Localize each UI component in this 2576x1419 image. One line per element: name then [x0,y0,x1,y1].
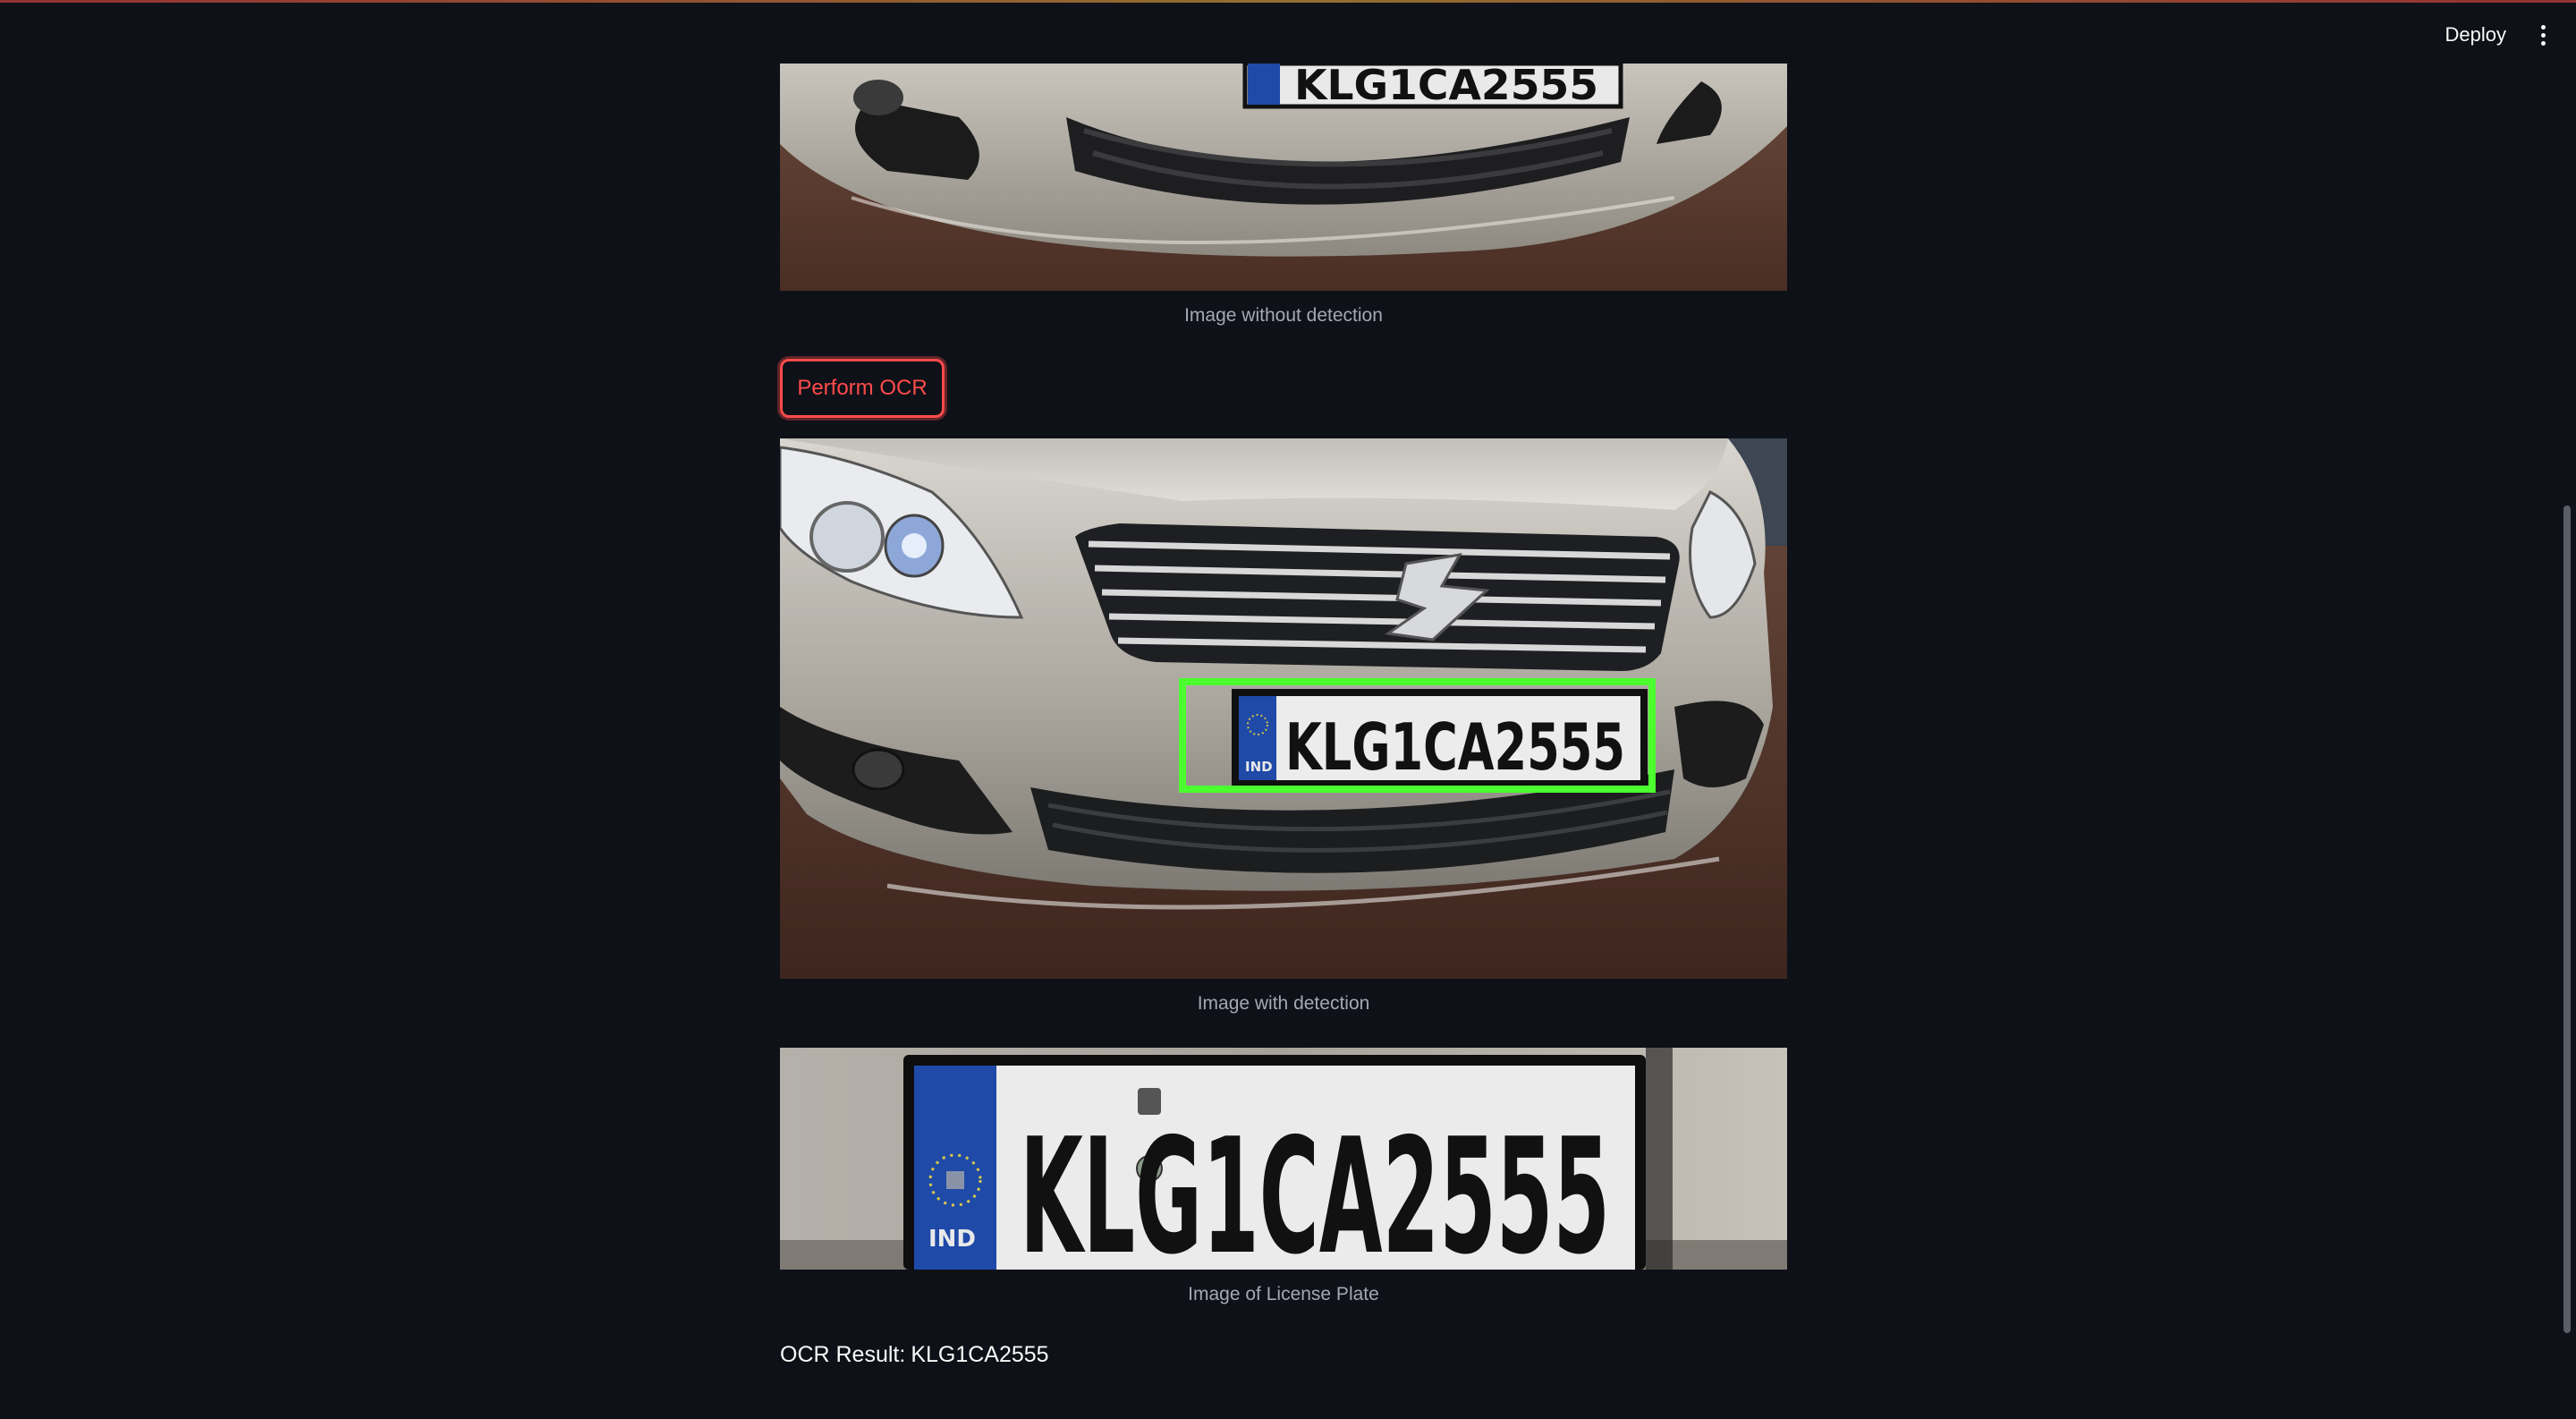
app-header: Deploy [0,3,2576,64]
svg-text:KLG1CA2555: KLG1CA2555 [1020,1104,1610,1270]
ocr-result-label: OCR Result: [780,1342,906,1367]
caption-with-detection: Image with detection [1197,993,1370,1014]
plate-text: KLG1CA2555 [1285,710,1625,785]
ocr-result-text: OCR Result: KLG1CA2555 [780,1342,1049,1368]
caption-without-detection: Image without detection [1184,305,1383,326]
streamlit-app: Deploy KLG1CA2555 Image without detectio… [0,0,2576,1419]
svg-text:KLG1CA2555: KLG1CA2555 [1294,64,1598,109]
car-image-with-detection: IND KLG1CA2555 [780,438,1787,979]
svg-text:IND: IND [928,1226,976,1253]
main-content: KLG1CA2555 Image without detection [780,64,1787,327]
plate-country-code: IND [1245,759,1273,775]
plate-section: IND KLG1CA2555 Image of License Plate [780,1048,1787,1305]
ocr-result-value: KLG1CA2555 [911,1342,1049,1367]
license-plate-image: IND KLG1CA2555 [780,1048,1787,1270]
car-image-without-detection: KLG1CA2555 [780,64,1787,291]
detection-section: IND KLG1CA2555 Image with detection [780,438,1787,1015]
deploy-button[interactable]: Deploy [2445,19,2506,51]
perform-ocr-button[interactable]: Perform OCR [780,359,945,418]
more-vertical-icon[interactable] [2529,19,2556,51]
caption-license-plate: Image of License Plate [1188,1284,1379,1304]
scrollbar[interactable] [2563,506,2571,1333]
